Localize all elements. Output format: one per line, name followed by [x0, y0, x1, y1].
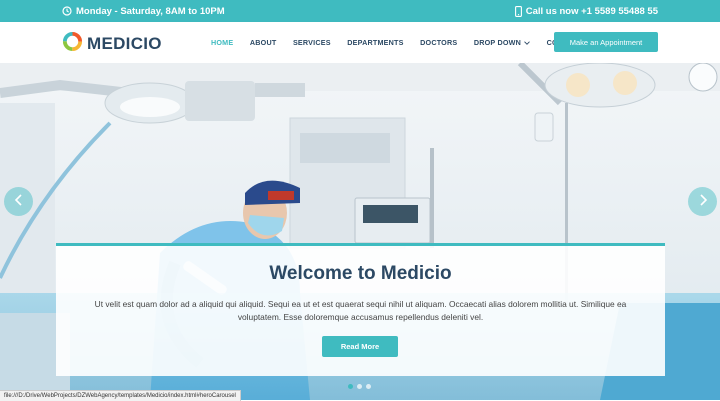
carousel-next-button[interactable] — [688, 187, 717, 216]
carousel-indicator-2[interactable] — [357, 384, 362, 389]
carousel-indicator-1[interactable] — [348, 384, 353, 389]
logo[interactable]: MEDICIO — [62, 31, 162, 57]
site-header: MEDICIO HOME ABOUT SERVICES DEPARTMENTS … — [0, 22, 720, 63]
phone-icon — [514, 5, 522, 17]
hero-text: Ut velit est quam dolor ad a aliquid qui… — [94, 299, 627, 322]
opening-hours: Monday - Saturday, 8AM to 10PM — [62, 0, 225, 22]
logo-text: MEDICIO — [87, 34, 162, 53]
nav-drop-down-label: DROP DOWN — [473, 38, 522, 47]
carousel-indicators — [348, 384, 371, 389]
chevron-left-icon — [14, 193, 24, 211]
chevron-down-icon — [524, 38, 530, 47]
nav-services[interactable]: SERVICES — [293, 38, 331, 47]
hero-carousel: Welcome to Medicio Ut velit est quam dol… — [0, 63, 720, 400]
hero-title: Welcome to Medicio — [269, 263, 452, 284]
make-appointment-button[interactable]: Make an Appointment — [554, 32, 658, 52]
phone-text: Call us now +1 5589 55488 55 — [525, 5, 658, 17]
clock-icon — [62, 6, 72, 16]
chevron-right-icon — [698, 193, 708, 211]
logo-ring-icon — [62, 31, 83, 57]
carousel-prev-button[interactable] — [4, 187, 33, 216]
nav-home[interactable]: HOME — [211, 38, 233, 47]
nav-drop-down[interactable]: DROP DOWN — [474, 38, 530, 47]
nav-departments[interactable]: DEPARTMENTS — [347, 38, 403, 47]
nav-doctors[interactable]: DOCTORS — [420, 38, 457, 47]
carousel-indicator-3[interactable] — [366, 384, 371, 389]
main-nav: HOME ABOUT SERVICES DEPARTMENTS DOCTORS … — [211, 22, 599, 63]
nav-about[interactable]: ABOUT — [250, 38, 277, 47]
read-more-button[interactable]: Read More — [322, 336, 398, 357]
top-bar: Monday - Saturday, 8AM to 10PM Call us n… — [0, 0, 720, 22]
contact-phone[interactable]: Call us now +1 5589 55488 55 — [514, 0, 658, 22]
browser-status-url: file:///D:/Drive/WebProjects/DZWebAgency… — [0, 390, 241, 401]
opening-hours-text: Monday - Saturday, 8AM to 10PM — [76, 5, 225, 17]
hero-caption: Welcome to Medicio Ut velit est quam dol… — [56, 243, 665, 376]
